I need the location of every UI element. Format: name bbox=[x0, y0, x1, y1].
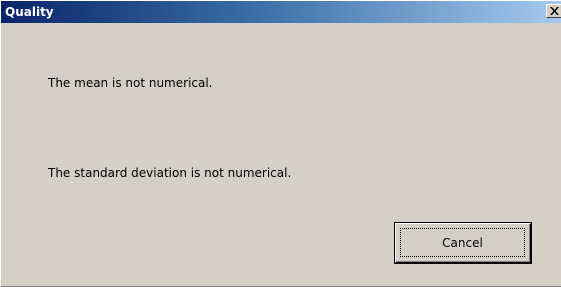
close-icon bbox=[550, 7, 559, 15]
mean-error-message: The mean is not numerical. bbox=[48, 76, 213, 90]
std-error-message: The standard deviation is not numerical. bbox=[48, 166, 292, 180]
quality-dialog: Quality The mean is not numerical. The s… bbox=[0, 0, 561, 287]
dialog-title: Quality bbox=[5, 5, 54, 19]
focus-rectangle: Cancel bbox=[400, 228, 525, 257]
cancel-button-label: Cancel bbox=[442, 235, 483, 250]
cancel-button[interactable]: Cancel bbox=[395, 223, 531, 263]
close-button[interactable] bbox=[546, 4, 561, 18]
title-bar[interactable]: Quality bbox=[1, 1, 561, 23]
